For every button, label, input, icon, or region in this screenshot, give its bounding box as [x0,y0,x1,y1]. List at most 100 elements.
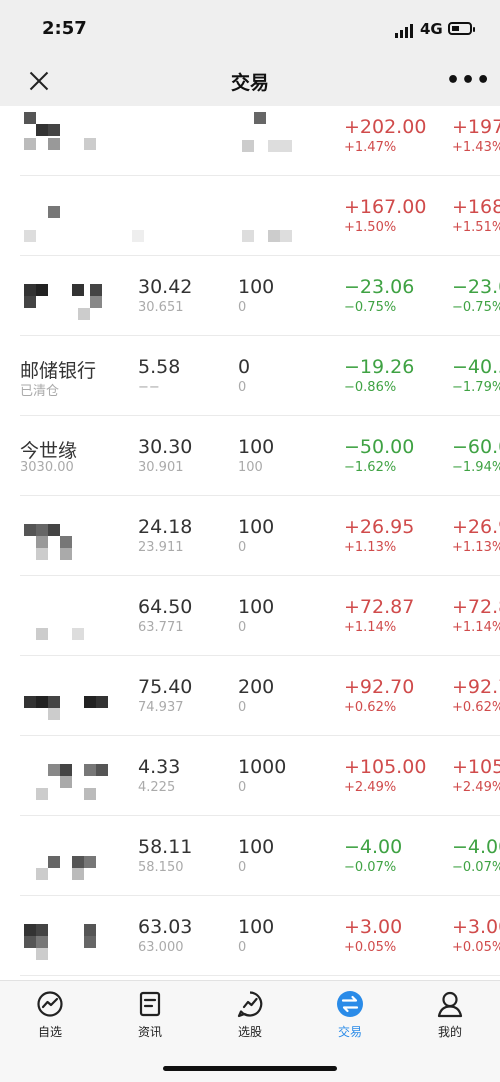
profit-loss-percent: +0.05% [344,940,397,955]
cost-price: 30.651 [138,300,184,315]
position-quantity: 100 [238,436,275,458]
cost-price: 58.150 [138,860,184,875]
total-profit-loss: +72.8 [452,596,500,618]
profit-loss: −4.00 [344,836,403,858]
last-price: 5.58 [138,356,181,378]
profit-loss: +3.00 [344,916,403,938]
home-indicator [163,1066,337,1071]
profit-loss-percent: +0.62% [344,700,397,715]
stock-name: 今世缘 [20,440,78,462]
total-profit-loss: −40.3 [452,356,500,378]
total-profit-loss: +105. [452,756,500,778]
profit-loss: +26.95 [344,516,415,538]
holding-row[interactable]: 邮储银行 已清仓 5.58 −− 0 0 −19.26 −0.86% −40.3… [0,336,500,416]
total-profit-loss-percent: +0.62% [452,700,500,715]
profit-loss-percent: −0.75% [344,300,397,315]
pixelated-stock-name [22,190,144,242]
cost-price: 74.937 [138,700,184,715]
cost-price: 4.225 [138,780,176,795]
cost-price: 30.901 [138,460,184,475]
cost-price: 63.771 [138,620,184,635]
pixelated-stock-name [22,270,122,322]
profit-loss-percent: +1.13% [344,540,397,555]
cost-price: −− [138,380,160,395]
more-options-icon[interactable]: ••• [446,68,491,93]
pixelated-stock-name [22,590,122,642]
position-quantity: 100 [238,516,275,538]
signal-icon [395,24,415,38]
available-quantity: 0 [238,300,247,315]
pixelated-stock-name [22,910,122,962]
holding-row[interactable]: 58.11 58.150 100 0 −4.00 −0.07% −4.00 −0… [0,816,500,896]
profit-loss-percent: −0.07% [344,860,397,875]
total-profit-loss-percent: −0.07% [452,860,500,875]
total-profit-loss-percent: +1.13% [452,540,500,555]
holding-row[interactable]: +202.00 +1.47% +197. +1.43% [0,106,500,176]
profit-loss: −19.26 [344,356,415,378]
tab-profile[interactable]: 我的 [410,989,490,1045]
holding-row[interactable]: 24.18 23.911 100 0 +26.95 +1.13% +26.9 +… [0,496,500,576]
profit-loss: −50.00 [344,436,415,458]
last-price: 58.11 [138,836,193,858]
available-quantity: 0 [238,620,247,635]
available-quantity: 100 [238,460,263,475]
watchlist-chart-icon [37,991,63,1017]
position-quantity: 100 [238,836,275,858]
holding-row[interactable]: +167.00 +1.50% +168. +1.51% [0,176,500,256]
last-price: 63.03 [138,916,193,938]
network-type: 4G [420,20,443,38]
holding-row[interactable]: 75.40 74.937 200 0 +92.70 +0.62% +92.7 +… [0,656,500,736]
holding-row[interactable]: 63.03 63.000 100 0 +3.00 +0.05% +3.00 +0… [0,896,500,976]
profit-loss-percent: +1.14% [344,620,397,635]
available-quantity: 0 [238,780,247,795]
profit-loss-percent: −1.62% [344,460,397,475]
pixelated-stock-name [22,830,122,882]
last-price: 24.18 [138,516,193,538]
pixelated-quantity [238,190,298,242]
total-profit-loss: +26.9 [452,516,500,538]
stock-name: 邮储银行 [20,360,97,382]
holdings-list[interactable]: +202.00 +1.47% +197. +1.43% +167.00 +1.5… [0,106,500,980]
holding-row[interactable]: 4.33 4.225 1000 0 +105.00 +2.49% +105. +… [0,736,500,816]
total-profit-loss-percent: +1.14% [452,620,500,635]
position-quantity: 200 [238,676,275,698]
total-profit-loss-percent: +2.49% [452,780,500,795]
pixelated-quantity [238,110,298,162]
position-quantity: 100 [238,596,275,618]
total-profit-loss: −60.0 [452,436,500,458]
tab-label: 资讯 [137,1025,162,1039]
total-profit-loss-percent: −0.75% [452,300,500,315]
position-quantity: 100 [238,916,275,938]
holding-row[interactable]: 64.50 63.771 100 0 +72.87 +1.14% +72.8 +… [0,576,500,656]
battery-icon [448,22,475,35]
pixelated-stock-name [22,670,122,722]
total-profit-loss-percent: −1.79% [452,380,500,395]
holding-row[interactable]: 30.42 30.651 100 0 −23.06 −0.75% −23.0 −… [0,256,500,336]
tab-label: 我的 [437,1025,462,1039]
tab-watchlist[interactable]: 自选 [10,989,90,1045]
tab-stock-picker[interactable]: 选股 [210,989,290,1045]
total-profit-loss: +168. [452,196,500,218]
position-quantity: 100 [238,276,275,298]
tab-trade[interactable]: 交易 [310,989,390,1045]
profit-loss: +72.87 [344,596,415,618]
cost-price: 23.911 [138,540,184,555]
trade-exchange-icon [337,991,363,1017]
nav-bar: 交易 ••• [0,56,500,106]
last-price: 64.50 [138,596,193,618]
profit-loss: +202.00 [344,116,427,138]
total-profit-loss-percent: +1.43% [452,140,500,155]
profit-loss-percent: −0.86% [344,380,397,395]
available-quantity: 0 [238,540,247,555]
tab-label: 自选 [37,1025,62,1039]
position-quantity: 1000 [238,756,287,778]
tab-news[interactable]: 资讯 [110,989,190,1045]
profit-loss-percent: +2.49% [344,780,397,795]
pixelated-stock-name [22,510,122,562]
status-time: 2:57 [42,18,87,39]
stock-picker-icon [237,991,263,1018]
status-bar: 2:57 4G [0,0,500,56]
total-profit-loss-percent: +1.51% [452,220,500,235]
profit-loss: −23.06 [344,276,415,298]
holding-row[interactable]: 今世缘 3030.00 30.30 30.901 100 100 −50.00 … [0,416,500,496]
